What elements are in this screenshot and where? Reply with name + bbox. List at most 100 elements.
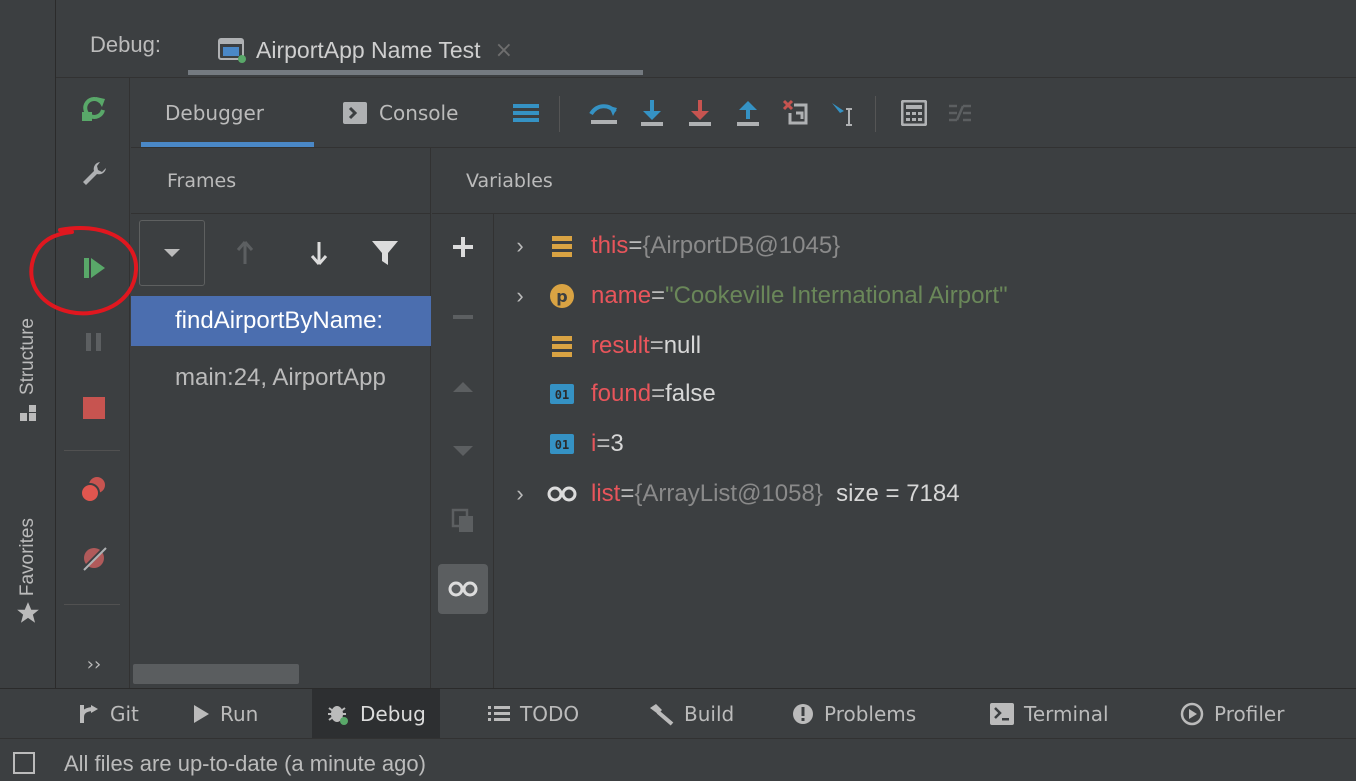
minus-icon <box>452 314 474 320</box>
view-breakpoints-button[interactable] <box>74 470 114 510</box>
variable-name: name <box>591 282 652 309</box>
favorites-tool-tab[interactable]: Favorites <box>8 518 48 626</box>
rerun-button[interactable] <box>74 88 114 128</box>
new-watch-button[interactable] <box>438 222 488 272</box>
stop-icon <box>82 396 106 420</box>
todo-label: TODO <box>520 702 580 726</box>
structure-tab-label: Structure <box>17 318 38 396</box>
duplicate-watch-button[interactable] <box>438 496 488 546</box>
run-config-tab-label: AirportApp Name Test <box>256 36 481 63</box>
variables-tree: › this = {AirportDB@1045} › p name = "Co… <box>495 214 1356 688</box>
double-chevron-right-icon: ›› <box>86 653 102 675</box>
annotation-circle <box>29 225 139 316</box>
profiler-label: Profiler <box>1214 702 1285 726</box>
variable-row-found[interactable]: 01 found = false <box>495 370 716 418</box>
svg-text:p: p <box>556 287 567 306</box>
variable-name: list <box>591 480 621 507</box>
svg-text:01: 01 <box>555 438 569 452</box>
copy-icon <box>451 508 475 534</box>
next-frame-button[interactable] <box>297 228 341 278</box>
structure-icon <box>18 403 38 423</box>
toggle-tool-windows-icon[interactable] <box>12 751 36 775</box>
frame-list-item[interactable]: findAirportByName: <box>131 296 431 346</box>
list-icon <box>488 705 510 723</box>
frames-horizontal-scrollbar[interactable] <box>133 664 299 684</box>
chevron-right-icon[interactable]: › <box>495 481 545 507</box>
structure-tool-tab[interactable]: Structure <box>8 318 48 423</box>
profiler-tool-button[interactable]: Profiler <box>1180 689 1284 739</box>
debug-title-label: Debug: <box>90 32 161 57</box>
build-tool-button[interactable]: Build <box>648 689 734 739</box>
variable-row-result[interactable]: result = null <box>495 322 701 370</box>
chevron-right-icon[interactable]: › <box>495 233 545 259</box>
layout-settings-button[interactable] <box>509 96 543 130</box>
debugger-tab-underline <box>141 142 314 147</box>
triangle-down-icon <box>452 445 474 457</box>
console-icon <box>343 102 367 124</box>
equals-sign: = <box>620 480 635 507</box>
step-out-button[interactable] <box>731 96 765 130</box>
tab-console[interactable]: Console <box>343 78 458 148</box>
force-step-into-button[interactable] <box>683 96 717 130</box>
problems-tool-button[interactable]: Problems <box>792 689 916 739</box>
more-actions-button[interactable]: ›› <box>74 644 114 684</box>
move-watch-down-button[interactable] <box>438 426 488 476</box>
chevron-right-icon[interactable]: › <box>495 283 545 309</box>
variable-value: {AirportDB@1045} <box>642 232 841 259</box>
stop-button[interactable] <box>74 388 114 428</box>
show-execution-point-icon <box>589 100 619 126</box>
primitive-icon: 01 <box>545 429 579 459</box>
todo-tool-button[interactable]: TODO <box>488 689 579 739</box>
variable-row-name[interactable]: › p name = "Cookeville International Air… <box>495 272 1007 320</box>
variable-name: this <box>591 232 629 259</box>
bottom-tool-bar: Git Run Debug TODO Build Problems Termin… <box>0 688 1356 739</box>
variables-header: Variables <box>432 148 1356 214</box>
run-label: Run <box>220 702 259 726</box>
chevron-down-icon <box>162 247 182 259</box>
variable-row-this[interactable]: › this = {AirportDB@1045} <box>495 222 840 270</box>
variable-value: false <box>665 380 716 407</box>
frames-header: Frames <box>131 148 431 214</box>
pause-program-button[interactable] <box>74 322 114 362</box>
show-execution-point-button[interactable] <box>587 96 621 130</box>
play-icon <box>192 704 210 724</box>
previous-frame-button[interactable] <box>223 228 267 278</box>
debug-tool-button[interactable]: Debug <box>312 689 440 739</box>
debugger-tab-label: Debugger <box>165 101 264 125</box>
arrow-up-icon <box>235 240 255 266</box>
status-bar: All files are up-to-date (a minute ago) <box>0 738 1356 781</box>
run-to-cursor-icon <box>830 99 858 127</box>
run-tool-button[interactable]: Run <box>192 689 258 739</box>
trace-stream-button[interactable] <box>943 96 977 130</box>
tab-debugger[interactable]: Debugger <box>165 78 264 148</box>
profiler-icon <box>1180 702 1204 726</box>
variable-row-i[interactable]: 01 i = 3 <box>495 420 624 468</box>
problems-icon <box>792 703 814 725</box>
build-label: Build <box>684 702 735 726</box>
frame-list-item[interactable]: main:24, AirportApp <box>131 353 431 403</box>
filter-frames-button[interactable] <box>363 228 407 278</box>
close-tab-icon[interactable]: × <box>495 38 513 63</box>
rerun-icon <box>79 93 109 123</box>
left-tool-stripe: Structure Favorites <box>0 0 56 688</box>
debug-actions-column: ›› <box>56 78 130 688</box>
run-to-cursor-button[interactable] <box>827 96 861 130</box>
status-message: All files are up-to-date (a minute ago) <box>64 751 426 776</box>
stream-trace-icon <box>947 101 973 125</box>
git-label: Git <box>110 702 139 726</box>
frames-title: Frames <box>167 170 237 192</box>
evaluate-expression-button[interactable] <box>897 96 931 130</box>
move-watch-up-button[interactable] <box>438 362 488 412</box>
step-over-button[interactable] <box>635 96 669 130</box>
thread-selector-dropdown[interactable] <box>139 220 205 286</box>
remove-watch-button[interactable] <box>438 292 488 342</box>
terminal-tool-button[interactable]: Terminal <box>990 689 1109 739</box>
show-watches-toggle[interactable] <box>438 564 488 614</box>
equals-sign: = <box>628 232 643 259</box>
mute-breakpoints-button[interactable] <box>74 538 114 578</box>
drop-frame-button[interactable] <box>779 96 813 130</box>
git-tool-button[interactable]: Git <box>78 689 139 739</box>
variable-size: size = 7184 <box>822 480 960 507</box>
modify-config-button[interactable] <box>74 154 114 194</box>
variable-row-list[interactable]: › list = {ArrayList@1058} size = 7184 <box>495 470 960 518</box>
